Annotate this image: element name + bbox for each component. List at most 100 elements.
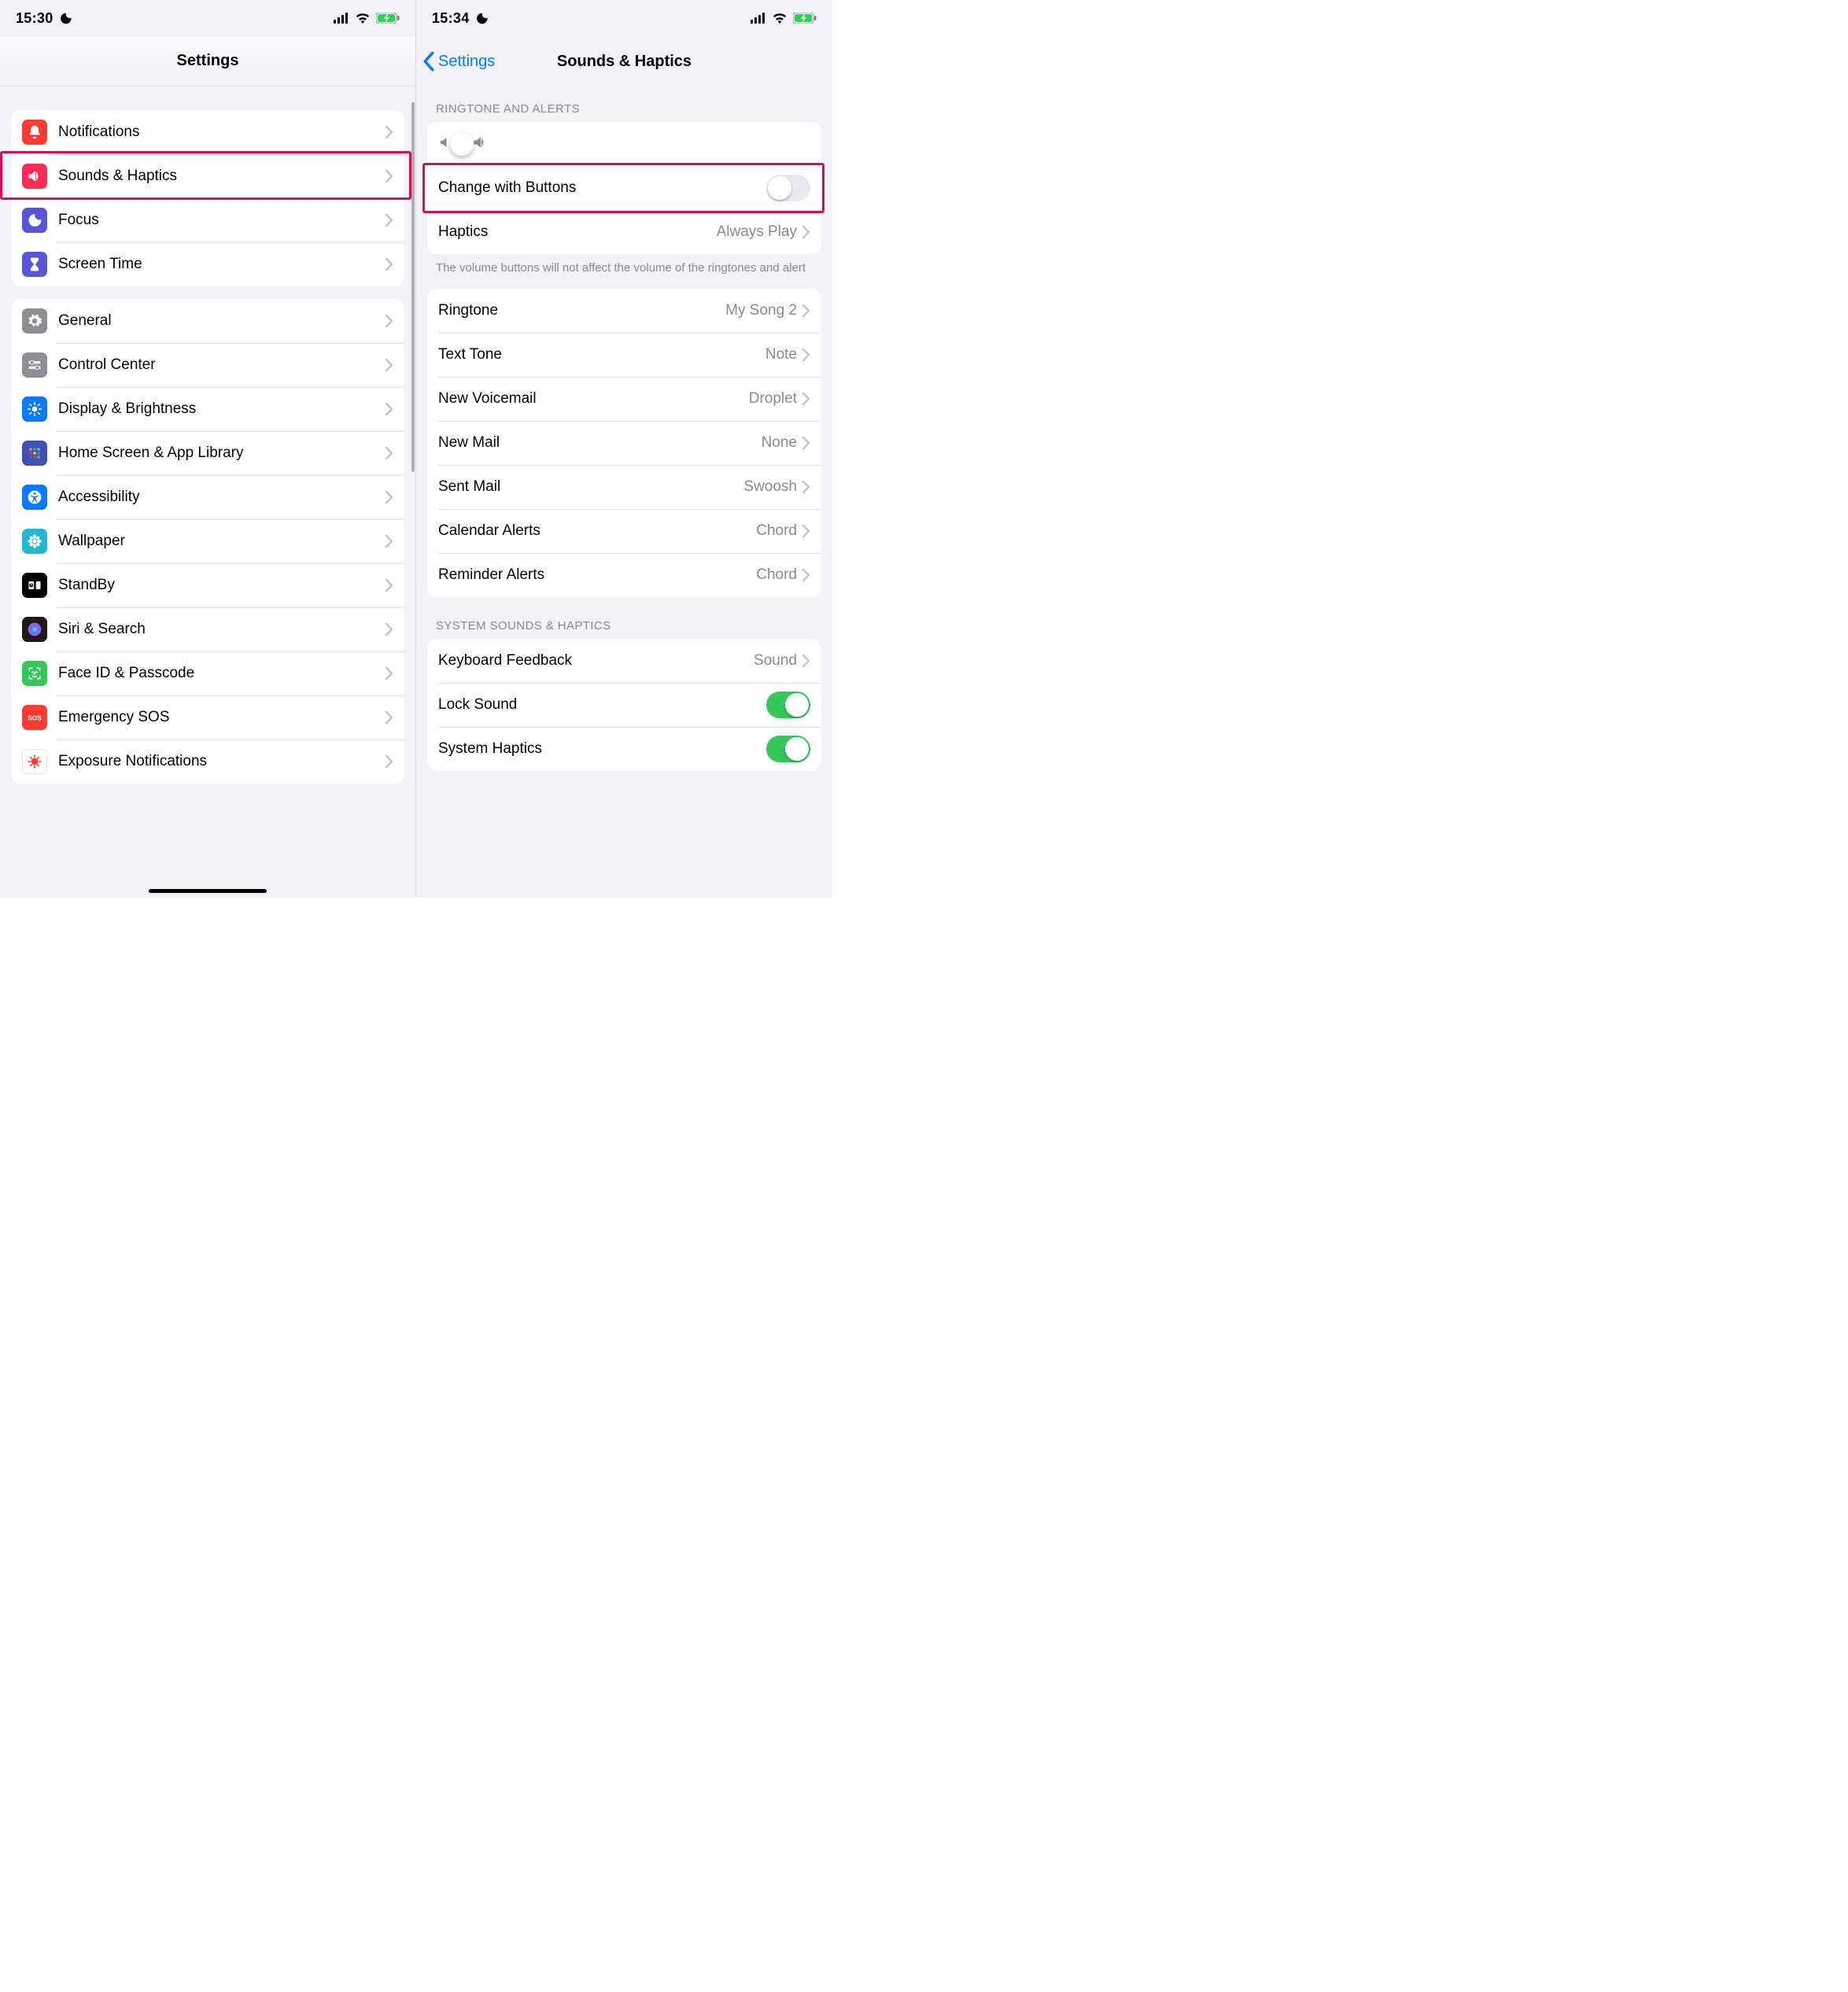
row-label: Emergency SOS	[58, 709, 170, 726]
row-label: Wallpaper	[58, 533, 125, 550]
sound-row-new-voicemail[interactable]: New VoicemailDroplet	[427, 377, 821, 421]
row-label: Home Screen & App Library	[58, 445, 244, 462]
faceid-icon	[22, 661, 47, 686]
settings-row-display-brightness[interactable]: Display & Brightness	[11, 387, 404, 431]
sound-row-text-tone[interactable]: Text Tone Note	[427, 333, 821, 377]
row-label: Control Center	[58, 356, 156, 374]
change-with-buttons-toggle[interactable]	[766, 175, 810, 201]
nav-title: Sounds & Haptics	[557, 53, 692, 71]
back-button[interactable]: Settings	[421, 36, 495, 87]
display-brightness-icon	[22, 397, 47, 422]
sounds-group: Ringtone My Song 2 Text Tone Note New Voicem…	[427, 289, 821, 597]
haptics-row[interactable]: Haptics Always Play	[427, 210, 821, 254]
wallpaper-icon	[22, 529, 47, 554]
row-label: Text Tone	[438, 346, 502, 363]
wifi-icon	[772, 13, 788, 24]
settings-group-2: General Control Center Display & Brightnes…	[11, 299, 404, 784]
chevron-right-icon	[385, 258, 393, 271]
scroll-indicator[interactable]	[411, 102, 415, 472]
chevron-right-icon	[802, 349, 810, 361]
lock-sound-toggle[interactable]	[766, 692, 810, 718]
chevron-right-icon	[802, 437, 810, 449]
row-label: StandBy	[58, 577, 115, 594]
section-header-system: SYSTEM SOUNDS & HAPTICS	[416, 619, 832, 633]
wifi-icon	[355, 13, 371, 24]
screen-time-icon	[22, 252, 47, 277]
row-label: Accessibility	[58, 489, 139, 506]
chevron-right-icon	[802, 226, 810, 238]
home-indicator[interactable]	[149, 889, 267, 893]
ringtone-group: Change with Buttons Haptics Always Play	[427, 122, 821, 254]
row-label: Lock Sound	[438, 696, 517, 714]
chevron-right-icon	[385, 214, 393, 227]
settings-row-faceid[interactable]: Face ID & Passcode	[11, 651, 404, 695]
section-footer-ringtone: The volume buttons will not affect the v…	[416, 254, 832, 276]
sounds-haptics-icon	[22, 164, 47, 189]
battery-icon	[376, 13, 400, 24]
keyboard-feedback-row[interactable]: Keyboard Feedback Sound	[427, 639, 821, 683]
lock-sound-row[interactable]: Lock Sound	[427, 683, 821, 727]
row-value: Droplet	[749, 390, 797, 408]
chevron-right-icon	[385, 535, 393, 548]
settings-row-sounds-haptics[interactable]: Sounds & Haptics	[11, 154, 404, 198]
system-haptics-row[interactable]: System Haptics	[427, 727, 821, 771]
accessibility-icon	[22, 485, 47, 510]
settings-row-focus[interactable]: Focus	[11, 198, 404, 242]
chevron-right-icon	[385, 623, 393, 636]
dnd-moon-icon	[59, 12, 72, 25]
row-label: General	[58, 312, 112, 330]
settings-row-general[interactable]: General	[11, 299, 404, 343]
row-value: None	[762, 434, 797, 452]
settings-row-accessibility[interactable]: Accessibility	[11, 475, 404, 519]
settings-group-1: NotificationsSounds & HapticsFocus Screen…	[11, 110, 404, 286]
row-label: Display & Brightness	[58, 400, 196, 418]
status-bar: 15:30	[0, 0, 415, 36]
sound-row-ringtone[interactable]: Ringtone My Song 2	[427, 289, 821, 333]
settings-row-screen-time[interactable]: Screen Time	[11, 242, 404, 286]
section-header-ringtone: RINGTONE AND ALERTS	[416, 102, 832, 116]
emergency-sos-icon: SOS	[22, 705, 47, 730]
change-with-buttons-row[interactable]: Change with Buttons	[427, 166, 821, 210]
chevron-right-icon	[802, 655, 810, 667]
slider-thumb[interactable]	[450, 132, 474, 156]
row-value: Swoosh	[743, 478, 797, 496]
row-label: Calendar Alerts	[438, 522, 540, 540]
cellular-icon	[751, 13, 766, 24]
row-label: Haptics	[438, 223, 488, 241]
chevron-right-icon	[802, 525, 810, 537]
settings-row-wallpaper[interactable]: Wallpaper	[11, 519, 404, 563]
volume-slider-row	[427, 122, 821, 166]
settings-screen: 15:30 Settings Notificati	[0, 0, 416, 898]
settings-row-notifications[interactable]: Notifications	[11, 110, 404, 154]
row-label: Exposure Notifications	[58, 753, 207, 770]
chevron-right-icon	[385, 755, 393, 768]
row-value: Note	[765, 346, 797, 363]
settings-row-emergency-sos[interactable]: SOS Emergency SOS	[11, 695, 404, 740]
chevron-right-icon	[385, 170, 393, 183]
control-center-icon	[22, 352, 47, 378]
chevron-right-icon	[385, 667, 393, 680]
system-haptics-toggle[interactable]	[766, 736, 810, 762]
battery-icon	[793, 13, 817, 24]
sound-row-calendar-alerts[interactable]: Calendar AlertsChord	[427, 509, 821, 553]
chevron-right-icon	[802, 481, 810, 493]
chevron-right-icon	[385, 126, 393, 138]
settings-row-standby[interactable]: StandBy	[11, 563, 404, 607]
row-value: My Song 2	[725, 302, 797, 319]
sound-row-reminder-alerts[interactable]: Reminder AlertsChord	[427, 553, 821, 597]
chevron-right-icon	[802, 393, 810, 405]
sound-row-new-mail[interactable]: New MailNone	[427, 421, 821, 465]
settings-row-exposure[interactable]: Exposure Notifications	[11, 740, 404, 784]
settings-row-control-center[interactable]: Control Center	[11, 343, 404, 387]
speaker-max-icon	[471, 135, 489, 154]
row-label: Face ID & Passcode	[58, 665, 194, 682]
settings-row-siri-search[interactable]: Siri & Search	[11, 607, 404, 651]
sounds-haptics-screen: 15:34 Settings	[416, 0, 832, 898]
row-label: System Haptics	[438, 740, 542, 758]
settings-row-home-screen[interactable]: Home Screen & App Library	[11, 431, 404, 475]
sound-row-sent-mail[interactable]: Sent MailSwoosh	[427, 465, 821, 509]
row-label: Screen Time	[58, 256, 142, 273]
row-label: Ringtone	[438, 302, 498, 319]
home-screen-icon	[22, 441, 47, 466]
siri-search-icon	[22, 617, 47, 642]
